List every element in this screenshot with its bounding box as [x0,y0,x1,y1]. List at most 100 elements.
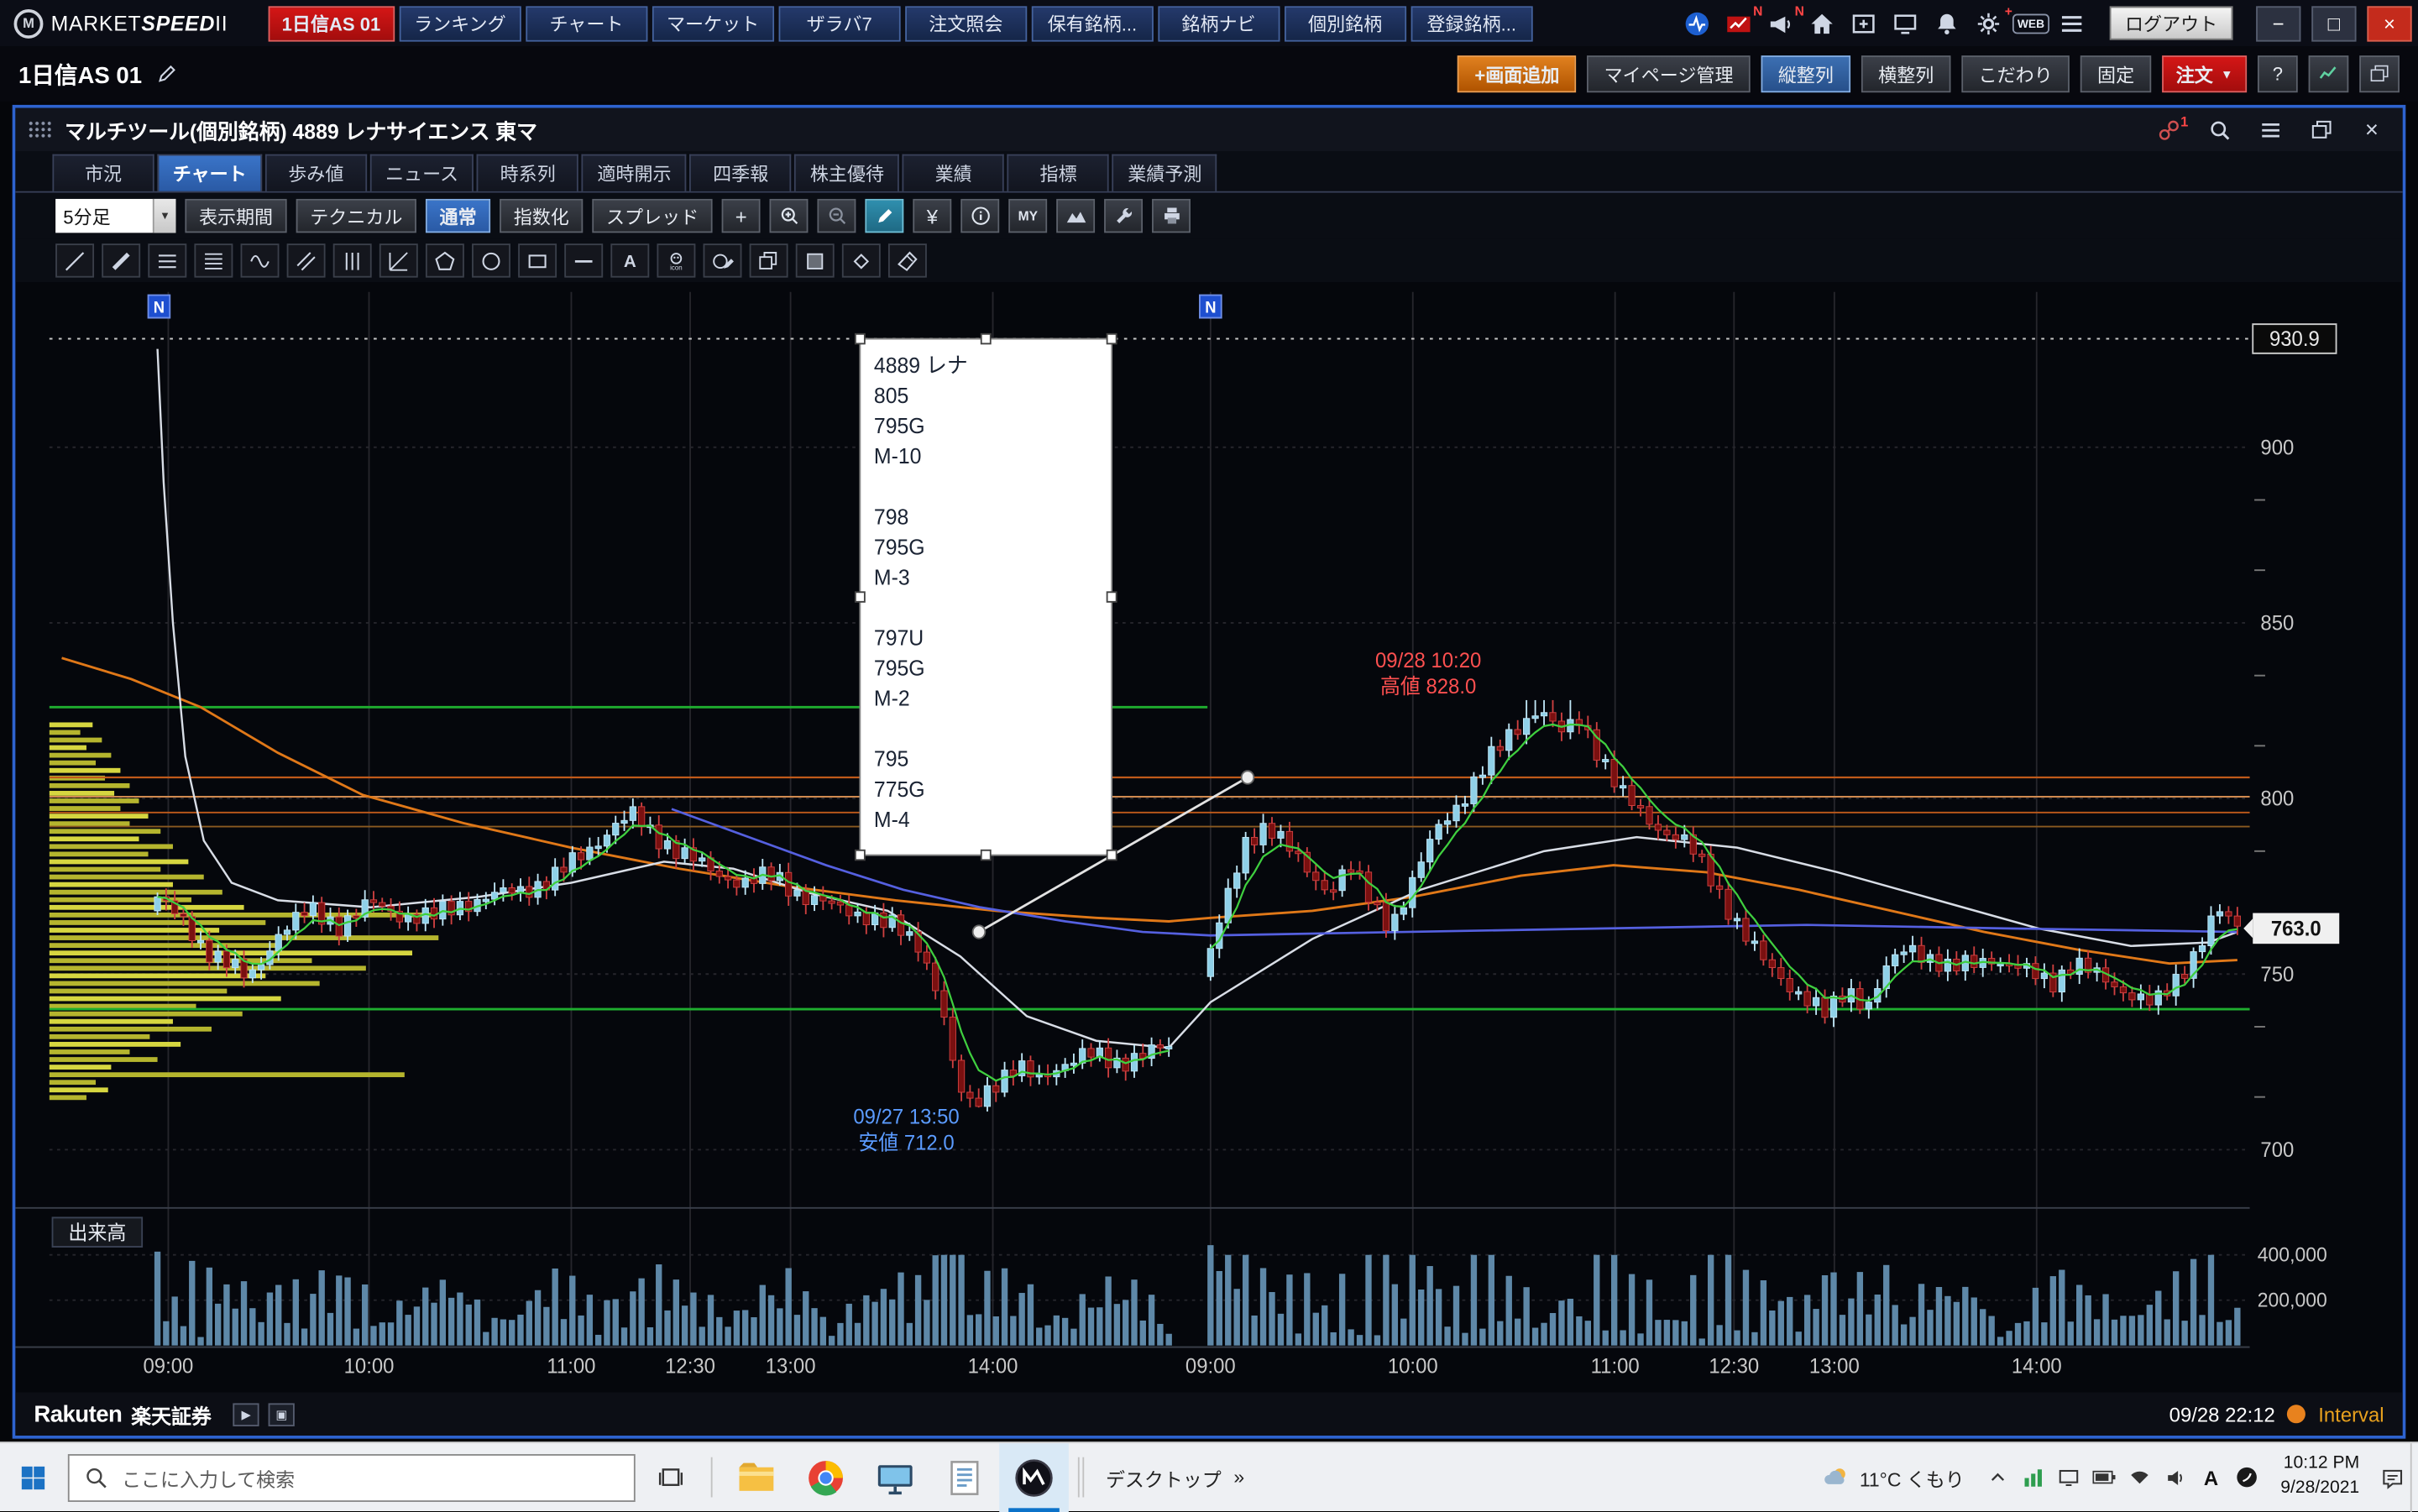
spread-mode-button[interactable]: スプレッド [592,199,712,233]
settings-wrench-button[interactable] [1104,199,1143,233]
marker-tool[interactable] [102,243,140,277]
clear-all-tool[interactable] [888,243,927,277]
draw-mode-button[interactable] [866,199,904,233]
taskbar-search-input[interactable]: ここに入力して検索 [68,1453,636,1501]
horizontal-grid-tool[interactable] [148,243,186,277]
tray-expand-icon[interactable] [1980,1442,2015,1512]
window-tab-市況[interactable]: 市況 [52,154,154,191]
popout-icon[interactable] [2302,113,2339,146]
app-tab[interactable]: 1日信AS 01 [268,5,395,40]
indexed-mode-button[interactable]: 指数化 [500,199,583,233]
window-tab-チャート[interactable]: チャート [157,154,262,191]
tray-chart-icon[interactable] [2015,1442,2050,1512]
window-tab-四季報[interactable]: 四季報 [690,154,792,191]
explorer-icon[interactable] [722,1442,792,1512]
announcement-icon[interactable]: N [1764,6,1798,39]
trend-line-handle[interactable] [1242,771,1254,783]
desktop-toolbar[interactable]: デスクトップ» [1093,1462,1257,1492]
window-menu-icon[interactable] [2252,113,2289,146]
link-icon[interactable]: 1 [2149,113,2186,146]
close-app-button[interactable]: × [2367,5,2411,40]
app-tab[interactable]: 注文照会 [905,5,1027,40]
app-tab[interactable]: 登録銘柄... [1410,5,1532,40]
zoom-out-button[interactable] [818,199,856,233]
trendline-tool[interactable] [55,243,94,277]
rectangle-tool[interactable] [518,243,557,277]
window-tab-時系列[interactable]: 時系列 [477,154,578,191]
ime-mode-icon[interactable] [2230,1442,2265,1512]
window-title-bar[interactable]: マルチツール(個別銘柄) 4889 レナサイエンス 東マ 1 × [15,108,2402,151]
weather-widget[interactable]: 11°C くもり [1807,1462,1980,1492]
action-center-icon[interactable] [2375,1442,2410,1512]
app-tab[interactable]: マーケット [652,5,774,40]
text-tool[interactable]: A [610,243,649,277]
close-window-icon[interactable]: × [2353,113,2390,146]
display-icon[interactable] [1889,6,1923,39]
wave-tool[interactable] [241,243,280,277]
selection-handle[interactable] [856,592,865,602]
app-tab[interactable]: チャート [526,5,647,40]
notepad-icon[interactable] [930,1442,1000,1512]
tile-horizontal-button[interactable]: 横整列 [1861,55,1951,92]
technical-button[interactable]: テクニカル [296,199,416,233]
window-tab-適時開示[interactable]: 適時開示 [582,154,687,191]
app-tab[interactable]: 銘柄ナビ [1158,5,1280,40]
volume-icon[interactable] [2157,1442,2192,1512]
add-screen-button[interactable]: +画面追加 [1458,55,1576,92]
add-window-icon[interactable] [1847,6,1881,39]
search-icon[interactable] [2201,113,2237,146]
edit-workspace-icon[interactable] [153,59,184,90]
selection-handle[interactable] [981,334,991,344]
kodawari-button[interactable]: こだわり [1961,55,2070,92]
bell-icon[interactable] [1931,6,1965,39]
tray-display-icon[interactable] [2051,1442,2086,1512]
marketspeed-icon[interactable] [999,1442,1069,1512]
parallel-lines-tool[interactable] [287,243,326,277]
selection-handle[interactable] [856,850,865,861]
trend-line-handle[interactable] [973,925,986,938]
home-icon[interactable] [1806,6,1840,39]
pentagon-tool[interactable] [426,243,464,277]
order-button[interactable]: 注文▼ [2162,55,2247,92]
play-button[interactable]: ▶ [233,1403,259,1426]
angle-lines-tool[interactable] [379,243,418,277]
selection-handle[interactable] [981,850,991,861]
minimize-button[interactable]: − [2256,5,2300,40]
stamp-edit-tool[interactable] [704,243,742,277]
task-view-button[interactable] [640,1442,701,1512]
show-desktop-button[interactable] [2410,1442,2418,1512]
web-icon[interactable]: WEB [2014,6,2048,39]
app-tab[interactable]: ザラバ7 [778,5,900,40]
chart-area[interactable]: 400,000200,000930.9900850800750700763.00… [15,282,2402,1392]
taskbar-clock[interactable]: 10:12 PM 9/28/2021 [2265,1453,2375,1501]
window-tab-ニュース[interactable]: ニュース [370,154,474,191]
menu-icon[interactable] [2055,6,2089,39]
price-lines-tool[interactable] [194,243,233,277]
eraser-tool[interactable] [842,243,881,277]
panel-toggle-button[interactable]: ▣ [269,1403,295,1426]
zoom-in-button[interactable] [770,199,809,233]
app-tab[interactable]: 個別銘柄 [1285,5,1406,40]
price-chart[interactable]: 400,000200,000930.9900850800750700763.00… [15,282,2402,1392]
normal-mode-button[interactable]: 通常 [426,199,490,233]
app-tab[interactable]: ランキング [399,5,521,40]
info-button[interactable] [960,199,999,233]
drag-grip-icon[interactable] [28,120,51,139]
network-icon[interactable] [2122,1442,2157,1512]
battery-icon[interactable] [2086,1442,2122,1512]
window-tab-株主優待[interactable]: 株主優待 [794,154,899,191]
app-tab[interactable]: 保有銘柄... [1031,5,1153,40]
currency-button[interactable]: ¥ [913,199,951,233]
ime-language-button[interactable]: A [2193,1466,2230,1489]
vertical-lines-tool[interactable] [333,243,372,277]
crosshair-button[interactable]: + [722,199,761,233]
help-button[interactable]: ? [2258,55,2298,92]
tile-vertical-button[interactable]: 縦整列 [1761,55,1851,92]
mountain-chart-button[interactable] [1056,199,1095,233]
maximize-button[interactable]: □ [2311,5,2356,40]
gear-icon[interactable]: + [1972,6,2006,39]
timeframe-select[interactable]: 5分足▼ [55,199,175,233]
chart-alert-icon[interactable]: N [1723,6,1756,39]
mini-chart-button[interactable] [2309,55,2349,92]
pin-button[interactable]: 固定 [2080,55,2152,92]
